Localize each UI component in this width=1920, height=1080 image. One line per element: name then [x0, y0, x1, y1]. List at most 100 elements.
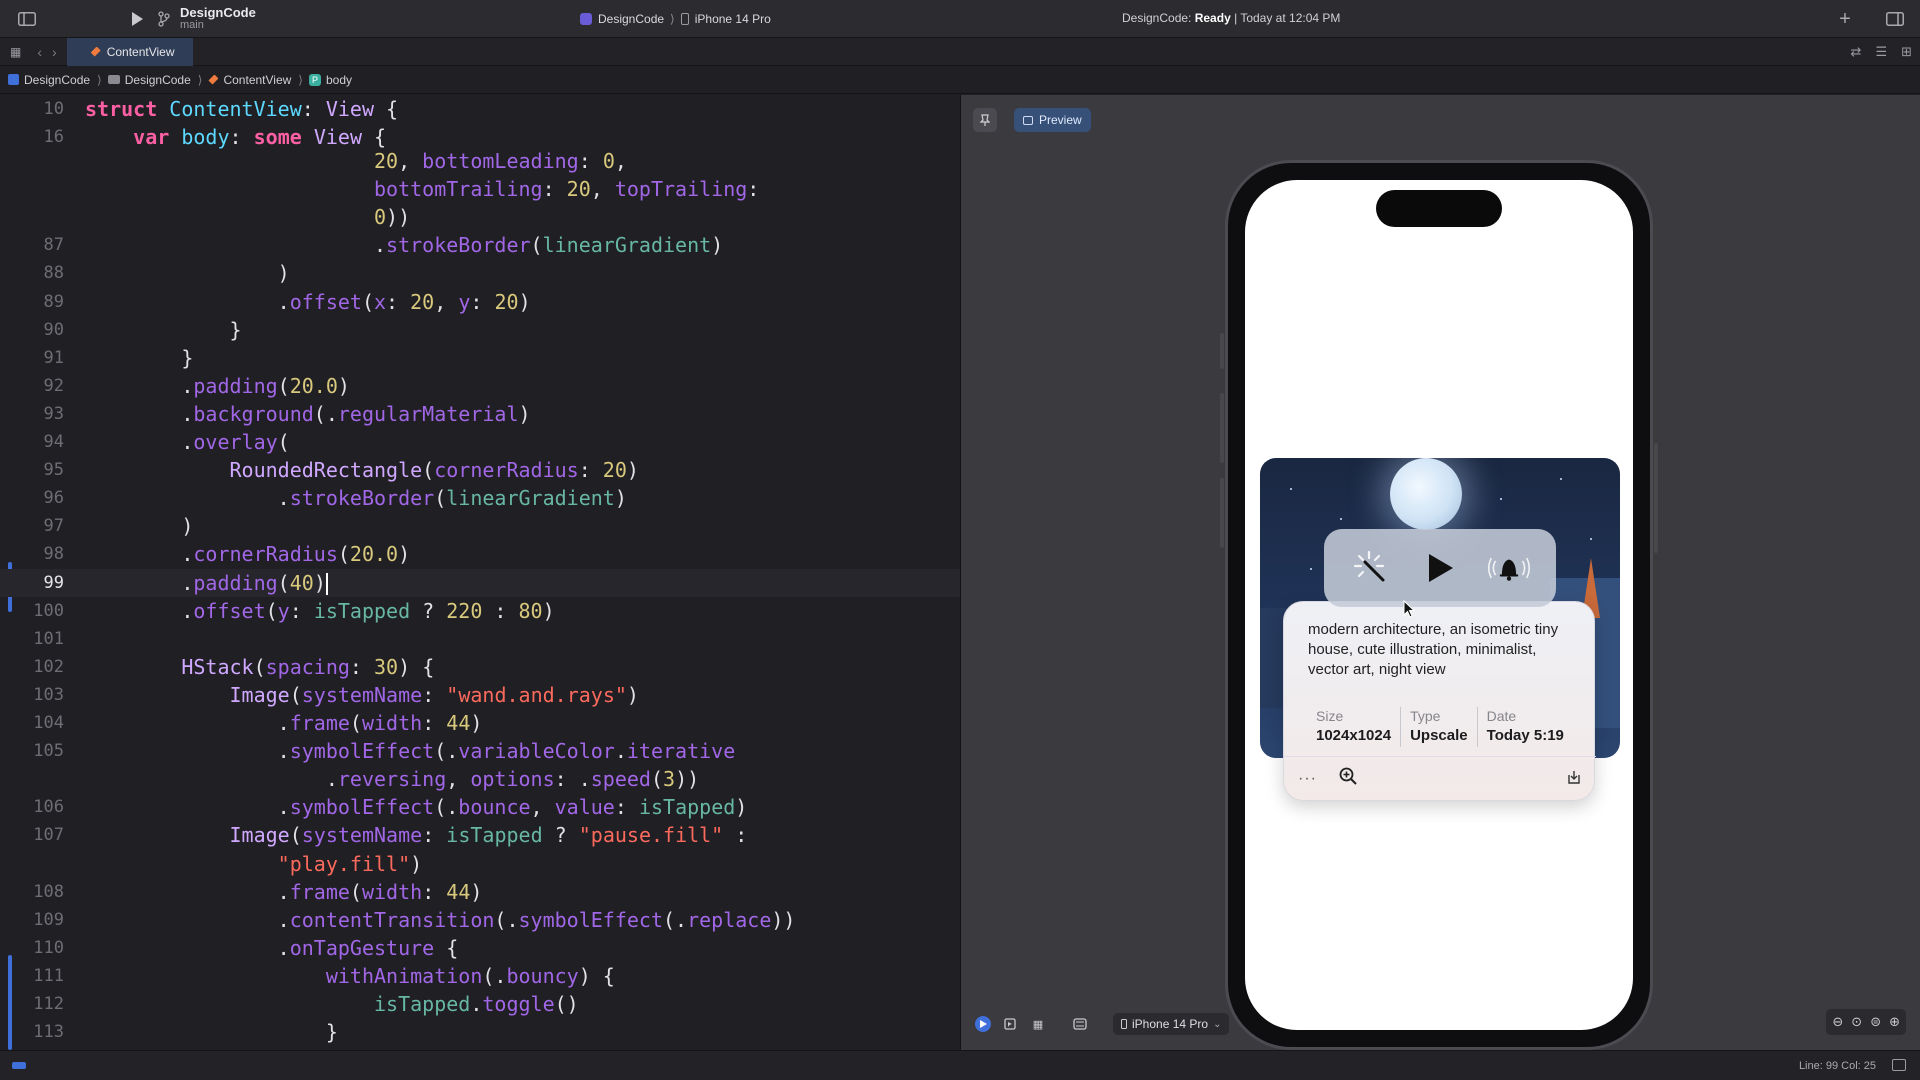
more-icon[interactable]: ··· [1298, 770, 1317, 788]
meta-key: Type [1410, 708, 1441, 724]
breadcrumb-project[interactable]: DesignCode ⟩ [8, 73, 102, 87]
code-line[interactable]: "play.fill") [0, 850, 960, 878]
code-line[interactable]: 112 isTapped.toggle() [0, 990, 960, 1018]
breadcrumb-folder[interactable]: DesignCode ⟩ [107, 73, 202, 87]
code-line[interactable]: 88 ) [0, 259, 960, 287]
code-text: .frame(width: 44) [85, 711, 483, 735]
code-line[interactable]: 87 .strokeBorder(linearGradient) [0, 231, 960, 259]
line-number: 104 [33, 713, 64, 733]
code-line[interactable]: 102 HStack(spacing: 30) { [0, 653, 960, 681]
code-line[interactable]: 110 .onTapGesture { [0, 934, 960, 962]
code-line[interactable]: 92 .padding(20.0) [0, 372, 960, 400]
code-line[interactable]: 109 .contentTransition(.symbolEffect(.re… [0, 906, 960, 934]
mouse-pointer-icon [1403, 600, 1415, 618]
variants-icon[interactable]: ▦ [1029, 1015, 1047, 1033]
run-button[interactable] [122, 4, 152, 34]
breadcrumb-file[interactable]: ContentView ⟩ [208, 73, 303, 87]
code-line[interactable]: 93 .background(.regularMaterial) [0, 400, 960, 428]
code-line[interactable]: 100 .offset(y: isTapped ? 220 : 80) [0, 597, 960, 625]
line-number: 96 [43, 488, 64, 509]
code-line[interactable]: 95 RoundedRectangle(cornerRadius: 20) [0, 456, 960, 484]
code-line[interactable]: 94 .overlay( [0, 428, 960, 456]
code-text: withAnimation(.bouncy) { [325, 963, 615, 988]
code-line[interactable]: 101 [0, 625, 960, 653]
back-icon[interactable]: ‹ [37, 44, 42, 60]
play-fill-icon[interactable] [1418, 546, 1462, 590]
line-number: 106 [33, 797, 64, 818]
wand-and-rays-icon[interactable] [1349, 546, 1393, 590]
zoom-to-fit-icon[interactable]: ⊙ [1851, 1014, 1862, 1030]
code-line[interactable]: 10 struct ContentView: View { [0, 95, 960, 123]
preview-button[interactable]: Preview [1014, 108, 1091, 132]
code-line[interactable]: 20, bottomLeading: 0, [0, 147, 960, 175]
code-line[interactable]: 96 .strokeBorder(linearGradient) [0, 484, 960, 512]
code-line[interactable]: 105 .symbolEffect(.variableColor.iterati… [0, 737, 960, 765]
selectable-mode-icon[interactable] [1001, 1015, 1019, 1033]
zoom-out-icon[interactable]: ⊖ [1832, 1014, 1843, 1030]
tab-bar: ▦ ‹ › ContentView ⇄ ☰ ⊞ [0, 37, 1920, 66]
code-text: .symbolEffect(.variableColor.iterative [85, 739, 736, 764]
debug-area-toggle-icon[interactable] [12, 1062, 26, 1069]
branch-icon [154, 4, 174, 34]
pin-preview-button[interactable] [973, 108, 997, 132]
code-line[interactable]: 111 withAnimation(.bouncy) { [0, 962, 960, 990]
preview-device-select[interactable]: iPhone 14 Pro ⌄ [1113, 1013, 1230, 1035]
code-text: .strokeBorder(linearGradient) [85, 486, 627, 511]
code-line[interactable]: 91 } [0, 344, 960, 372]
inspector-toggle-icon[interactable] [1880, 4, 1910, 34]
forward-icon[interactable]: › [52, 44, 57, 60]
tab-contentview[interactable]: ContentView [66, 37, 193, 66]
code-text: ) [85, 261, 290, 286]
code-line[interactable]: 0)) [0, 203, 960, 231]
download-icon[interactable] [1566, 769, 1582, 790]
code-text: .onTapGesture { [85, 935, 459, 960]
add-icon[interactable]: + [1830, 4, 1860, 34]
code-line[interactable]: 89 .offset(x: 20, y: 20) [0, 288, 960, 316]
line-number: 113 [33, 1022, 64, 1043]
line-number: 107 [33, 825, 64, 846]
scheme-selector[interactable]: DesignCode ⟩ iPhone 14 Pro [580, 10, 771, 28]
bell-wave-icon[interactable] [1487, 546, 1531, 590]
code-line[interactable]: 107 Image(systemName: isTapped ? "pause.… [0, 821, 960, 849]
code-line[interactable]: 98 .cornerRadius(20.0) [0, 540, 960, 568]
live-preview-button[interactable] [975, 1016, 991, 1032]
code-line[interactable]: 104 .frame(width: 44) [0, 709, 960, 737]
grid-icon[interactable]: ▦ [10, 45, 21, 59]
code-line[interactable]: 97 ) [0, 512, 960, 540]
line-number: 91 [43, 347, 64, 368]
line-number: 100 [33, 600, 64, 621]
info-card: modern architecture, an isometric tiny h… [1283, 601, 1596, 801]
breadcrumb-symbol[interactable]: P body [308, 73, 352, 87]
meta-date: Date Today 5:19 [1476, 707, 1573, 747]
code-editor[interactable]: 10 struct ContentView: View {16 var body:… [0, 95, 960, 1050]
code-line[interactable]: 16 var body: some View { [0, 123, 960, 151]
editor-options-icon[interactable]: ☰ [1875, 44, 1887, 60]
refresh-icon[interactable]: ⇄ [1851, 44, 1862, 60]
device-settings-icon[interactable] [1071, 1015, 1089, 1033]
code-line[interactable]: 108 .frame(width: 44) [0, 878, 960, 906]
toolbar: DesignCode main DesignCode ⟩ iPhone 14 P… [0, 0, 1920, 38]
code-line[interactable]: 113 } [0, 1018, 960, 1046]
activity-status: DesignCode: Ready | Today at 12:04 PM [1122, 11, 1340, 25]
panel-toggle-icon[interactable] [1892, 1059, 1906, 1071]
code-text: 0)) [373, 205, 411, 230]
code-text: .reversing, options: .speed(3)) [85, 767, 700, 792]
sidebar-toggle-icon[interactable] [12, 4, 42, 34]
code-line[interactable]: 99 .padding(40) [0, 568, 960, 597]
code-text: ) [85, 514, 194, 539]
meta-row: Size 1024x1024 Type Upscale Date Today 5… [1316, 707, 1573, 747]
code-text: .padding(20.0) [85, 373, 350, 398]
iphone-frame: modern architecture, an isometric tiny h… [1220, 160, 1658, 1050]
swift-file-icon [90, 46, 101, 57]
zoom-in-icon[interactable] [1339, 767, 1357, 790]
property-icon: P [308, 73, 321, 86]
code-line[interactable]: 103 Image(systemName: "wand.and.rays") [0, 681, 960, 709]
code-line[interactable]: 90 } [0, 316, 960, 344]
code-line[interactable]: .reversing, options: .speed(3)) [0, 765, 960, 793]
code-line[interactable]: bottomTrailing: 20, topTrailing: [0, 175, 960, 203]
preview-icon [1023, 115, 1033, 125]
zoom-actual-icon[interactable]: ⊜ [1870, 1014, 1881, 1030]
zoom-in-icon[interactable]: ⊕ [1889, 1014, 1900, 1030]
split-editor-icon[interactable]: ⊞ [1901, 44, 1912, 60]
code-line[interactable]: 106 .symbolEffect(.bounce, value: isTapp… [0, 793, 960, 821]
